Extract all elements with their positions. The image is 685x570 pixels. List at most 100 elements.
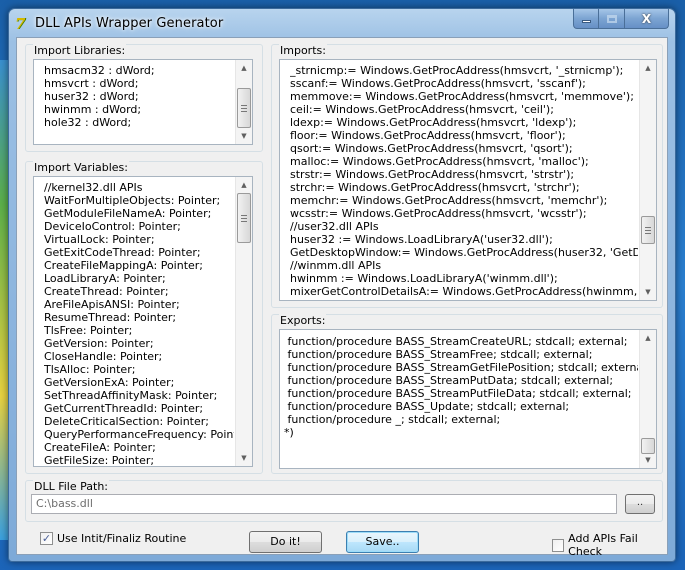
- scroll-thumb[interactable]: [237, 88, 251, 128]
- do-it-button[interactable]: Do it!: [249, 531, 322, 553]
- scroll-up-icon[interactable]: ▲: [236, 60, 252, 76]
- dll-path-label: DLL File Path:: [33, 480, 109, 493]
- text-line: mixerGetControlDetailsA:= Windows.GetPro…: [290, 285, 638, 298]
- text-line: TlsAlloc: Pointer;: [44, 363, 136, 376]
- text-line: memmove:= Windows.GetProcAddress(hmsvcrt…: [290, 90, 634, 103]
- text-line: SetThreadAffinityMask: Pointer;: [44, 389, 218, 402]
- import-variables-scrollbar[interactable]: ▲ ▼: [235, 177, 252, 466]
- exports-group: Exports: function/procedure BASS_StreamC…: [271, 314, 663, 474]
- dll-path-input[interactable]: C:\bass.dll: [31, 494, 617, 514]
- import-libraries-group: Import Libraries: hmsacm32 : dWord; hmsvc…: [25, 44, 263, 152]
- import-variables-label: Import Variables:: [33, 161, 129, 174]
- imports-scrollbar[interactable]: ▲ ▼: [639, 60, 656, 300]
- text-line: floor:= Windows.GetProcAddress(hmsvcrt, …: [290, 129, 566, 142]
- scroll-down-icon[interactable]: ▼: [236, 450, 252, 466]
- add-fail-check-checkbox[interactable]: [552, 538, 565, 552]
- caption-buttons: X: [573, 9, 669, 29]
- main-window: 7 DLL APIs Wrapper Generator X Import Li…: [8, 8, 676, 562]
- text-line: huser32 := Windows.LoadLibraryA('user32.…: [290, 233, 553, 246]
- scroll-down-icon[interactable]: ▼: [236, 128, 252, 144]
- scroll-down-icon[interactable]: ▼: [640, 284, 656, 300]
- text-line: GetExitCodeThread: Pointer;: [44, 246, 201, 259]
- scroll-down-icon[interactable]: ▼: [640, 452, 656, 468]
- maximize-icon: [606, 14, 617, 23]
- exports-memo[interactable]: function/procedure BASS_StreamCreateURL;…: [279, 329, 657, 469]
- import-variables-group: Import Variables: //kernel32.dll APIs Wai…: [25, 161, 263, 474]
- import-variables-memo[interactable]: //kernel32.dll APIs WaitForMultipleObject…: [33, 176, 253, 467]
- text-line: ceil:= Windows.GetProcAddress(hmsvcrt, '…: [290, 103, 554, 116]
- imports-memo[interactable]: _strnicmp:= Windows.GetProcAddress(hmsvc…: [279, 59, 657, 301]
- import-libraries-text: hmsacm32 : dWord; hmsvcrt : dWord; huser32…: [44, 64, 234, 129]
- maximize-button[interactable]: [599, 9, 625, 29]
- minimize-button[interactable]: [573, 9, 599, 29]
- window-title: DLL APIs Wrapper Generator: [35, 16, 224, 31]
- text-line: function/procedure BASS_StreamGetFilePos…: [284, 361, 638, 374]
- scroll-up-icon[interactable]: ▲: [640, 60, 656, 76]
- text-line: AreFileApisANSI: Pointer;: [44, 298, 180, 311]
- text-line: DeleteCriticalSection: Pointer;: [44, 415, 209, 428]
- grip-icon: [241, 215, 247, 222]
- text-line: GetCurrentThreadId: Pointer;: [44, 402, 204, 415]
- import-variables-text: //kernel32.dll APIs WaitForMultipleObject…: [44, 181, 234, 467]
- import-libraries-scrollbar[interactable]: ▲ ▼: [235, 60, 252, 144]
- text-line: //winmm.dll APIs: [290, 259, 382, 272]
- text-line: qsort:= Windows.GetProcAddress(hmsvcrt, …: [290, 142, 573, 155]
- scroll-thumb[interactable]: [641, 216, 655, 244]
- exports-text: function/procedure BASS_StreamCreateURL;…: [284, 335, 638, 439]
- import-libraries-label: Import Libraries:: [33, 44, 127, 57]
- exports-label: Exports:: [279, 314, 327, 327]
- close-button[interactable]: X: [625, 9, 669, 29]
- text-line: strstr:= Windows.GetProcAddress(hmsvcrt,…: [290, 168, 575, 181]
- use-init-finaliz-label: Use Intit/Finaliz Routine: [57, 532, 187, 545]
- text-line: sscanf:= Windows.GetProcAddress(hmsvcrt,…: [290, 77, 586, 90]
- text-line: hole32 : dWord;: [44, 116, 132, 129]
- text-line: ldexp:= Windows.GetProcAddress(hmsvcrt, …: [290, 116, 577, 129]
- text-line: CloseHandle: Pointer;: [44, 350, 163, 363]
- text-line: TlsFree: Pointer;: [44, 324, 133, 337]
- client-area: Import Libraries: hmsacm32 : dWord; hmsvc…: [16, 37, 668, 558]
- minimize-icon: [581, 20, 591, 23]
- text-line: GetVersion: Pointer;: [44, 337, 154, 350]
- text-line: wcsstr:= Windows.GetProcAddress(hmsvcrt,…: [290, 207, 587, 220]
- text-line: function/procedure BASS_StreamCreateURL;…: [284, 335, 628, 348]
- text-line: GetFileSize: Pointer;: [44, 454, 155, 467]
- text-line: hmsvcrt : dWord;: [44, 77, 139, 90]
- delphi-app-icon[interactable]: 7: [15, 16, 31, 32]
- scroll-thumb[interactable]: [237, 193, 251, 243]
- text-line: malloc:= Windows.GetProcAddress(hmsvcrt,…: [290, 155, 589, 168]
- text-line: hwinmm := Windows.LoadLibraryA('winmm.dl…: [290, 272, 558, 285]
- browse-button[interactable]: ..: [625, 494, 655, 514]
- text-line: DeviceIoControl: Pointer;: [44, 220, 181, 233]
- text-line: VirtualLock: Pointer;: [44, 233, 155, 246]
- scroll-up-icon[interactable]: ▲: [640, 330, 656, 346]
- use-init-finaliz-option[interactable]: ✓ Use Intit/Finaliz Routine: [40, 532, 186, 545]
- title-bar[interactable]: 7 DLL APIs Wrapper Generator X: [9, 9, 675, 37]
- add-fail-check-option[interactable]: Add APIs Fail Check: [552, 532, 667, 558]
- add-fail-check-label: Add APIs Fail Check: [568, 532, 638, 558]
- text-line: hwinmm : dWord;: [44, 103, 142, 116]
- grip-icon: [241, 105, 247, 112]
- text-line: hmsacm32 : dWord;: [44, 64, 155, 77]
- grip-icon: [645, 227, 651, 234]
- text-line: ResumeThread: Pointer;: [44, 311, 177, 324]
- text-line: QueryPerformanceFrequency: Pointer: [44, 428, 234, 441]
- text-line: function/procedure BASS_Update; stdcall;…: [284, 400, 570, 413]
- text-line: _strnicmp:= Windows.GetProcAddress(hmsvc…: [290, 64, 624, 77]
- text-line: //kernel32.dll APIs: [44, 181, 143, 194]
- text-line: //user32.dll APIs: [290, 220, 379, 233]
- text-line: function/procedure _; stdcall; external;: [284, 413, 501, 426]
- text-line: memchr:= Windows.GetProcAddress(hmsvcrt,…: [290, 194, 608, 207]
- use-init-finaliz-checkbox[interactable]: ✓: [40, 532, 53, 545]
- text-line: GetDesktopWindow:= Windows.GetProcAddres…: [290, 246, 638, 259]
- save-button[interactable]: Save..: [346, 531, 419, 553]
- text-line: WaitForMultipleObjects: Pointer;: [44, 194, 221, 207]
- scroll-up-icon[interactable]: ▲: [236, 177, 252, 193]
- close-icon: X: [641, 11, 652, 26]
- exports-scrollbar[interactable]: ▲ ▼: [639, 330, 656, 468]
- text-line: CreateFileA: Pointer;: [44, 441, 156, 454]
- text-line: function/procedure BASS_StreamPutFileDat…: [284, 387, 632, 400]
- import-libraries-memo[interactable]: hmsacm32 : dWord; hmsvcrt : dWord; huser32…: [33, 59, 253, 145]
- imports-text: _strnicmp:= Windows.GetProcAddress(hmsvc…: [290, 64, 638, 298]
- text-line: GetVersionExA: Pointer;: [44, 376, 175, 389]
- text-line: LoadLibraryA: Pointer;: [44, 272, 166, 285]
